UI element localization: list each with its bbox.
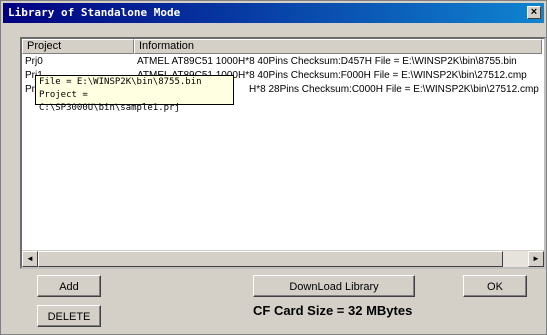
arrow-left-icon: ◄ [26, 254, 34, 263]
delete-button-label: DELETE [47, 311, 91, 323]
ok-button-label: OK [487, 281, 503, 293]
tooltip-file-line: File = E:\WINSP2K\bin\8755.bin [39, 77, 202, 87]
close-button[interactable]: × [527, 6, 541, 19]
scroll-left-button[interactable]: ◄ [22, 251, 38, 267]
file-tooltip: File = E:\WINSP2K\bin\8755.bin Project =… [35, 75, 234, 113]
cf-card-size-label: CF Card Size = 32 MBytes [253, 303, 413, 318]
download-library-button[interactable]: DownLoad Library [253, 275, 415, 297]
add-button-label: Add [59, 281, 79, 293]
list-header: Project Information [22, 39, 544, 54]
window-title: Library of Standalone Mode [8, 6, 181, 19]
project-list[interactable]: Project Information Prj0 ATMEL AT89C51 1… [20, 37, 546, 269]
column-header-project[interactable]: Project [22, 39, 134, 54]
title-bar[interactable]: Library of Standalone Mode × [3, 3, 544, 23]
ok-button[interactable]: OK [463, 275, 527, 297]
tooltip-project-line: Project = C:\SP3000U\bin\sample1.prj [39, 90, 180, 113]
information-cell: H*8 28Pins Checksum:C000H File = E:\WINS… [249, 84, 539, 95]
scroll-right-button[interactable]: ► [528, 251, 544, 267]
delete-button[interactable]: DELETE [37, 305, 101, 327]
information-cell: ATMEL AT89C51 1000H*8 40Pins Checksum:D4… [137, 56, 517, 67]
scroll-thumb[interactable] [38, 251, 503, 267]
download-button-label: DownLoad Library [289, 281, 379, 293]
arrow-right-icon: ► [532, 254, 540, 263]
library-dialog: Library of Standalone Mode × Project Inf… [0, 0, 547, 335]
column-header-information[interactable]: Information [134, 39, 542, 54]
horizontal-scrollbar[interactable]: ◄ ► [22, 250, 544, 267]
project-cell: Prj0 [25, 56, 43, 67]
close-icon: × [530, 6, 538, 18]
add-button[interactable]: Add [37, 275, 101, 297]
list-row[interactable]: Prj0 ATMEL AT89C51 1000H*8 40Pins Checks… [22, 55, 544, 68]
